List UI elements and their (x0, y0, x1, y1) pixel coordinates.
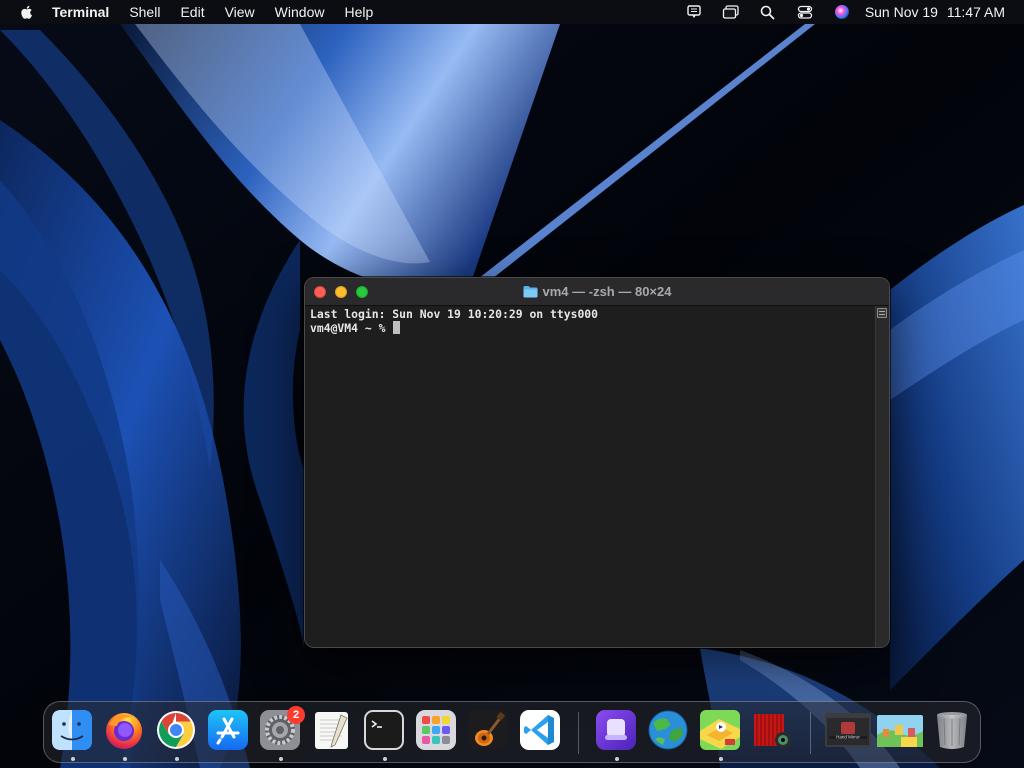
running-indicator (123, 757, 127, 761)
firefox-icon[interactable] (103, 709, 145, 751)
running-indicator (175, 757, 179, 761)
chrome-icon[interactable] (155, 709, 197, 751)
screen-mirroring-icon[interactable] (722, 3, 740, 21)
zoom-button[interactable] (356, 286, 368, 298)
hand-mirror-label: Hand Mirror (836, 735, 860, 740)
window-title-text: vm4 — -zsh — 80×24 (542, 284, 672, 299)
menu-edit[interactable]: Edit (170, 0, 214, 24)
running-indicator (615, 757, 619, 761)
terminal-output[interactable]: Last login: Sun Nov 19 10:20:29 on ttys0… (305, 306, 875, 647)
dock-separator (578, 712, 579, 754)
wifi-icon[interactable] (685, 3, 703, 21)
road-game-icon[interactable] (699, 709, 741, 751)
dock: 2 Hand Mirror (43, 701, 981, 763)
hand-mirror-window-icon[interactable]: Hand Mirror (825, 709, 871, 751)
menu-shell[interactable]: Shell (119, 0, 170, 24)
clock-time: 11:47 AM (946, 4, 1005, 20)
window-controls (314, 286, 377, 298)
photo-booth-icon[interactable] (751, 709, 793, 751)
terminal-icon[interactable] (363, 709, 405, 751)
terminal-window: vm4 — -zsh — 80×24 Last login: Sun Nov 1… (304, 277, 890, 648)
app-store-icon[interactable] (207, 709, 249, 751)
launchpad-icon[interactable] (415, 709, 457, 751)
notification-badge: 2 (287, 706, 305, 724)
game-thumbnail-icon[interactable] (877, 709, 923, 751)
prompt-line[interactable]: vm4@VM4 ~ % (310, 321, 870, 335)
trash-icon[interactable] (931, 709, 973, 751)
split-pane-button[interactable] (877, 308, 887, 318)
window-title-bar[interactable]: vm4 — -zsh — 80×24 (305, 278, 889, 306)
last-login-line: Last login: Sun Nov 19 10:20:29 on ttys0… (310, 307, 599, 321)
close-button[interactable] (314, 286, 326, 298)
system-settings-icon[interactable]: 2 (259, 706, 305, 751)
world-globe-game-icon[interactable] (647, 709, 689, 751)
shell-prompt: vm4@VM4 ~ % (310, 321, 393, 335)
running-indicator (719, 757, 723, 761)
window-title: vm4 — -zsh — 80×24 (523, 284, 672, 299)
clock-date: Sun Nov 19 (864, 4, 938, 20)
finder-icon[interactable] (51, 709, 93, 751)
folder-icon (523, 286, 537, 298)
textedit-icon[interactable] (311, 709, 353, 751)
running-indicator (71, 757, 75, 761)
text-cursor (393, 321, 401, 334)
menu-bar: Terminal Shell Edit View Window Help Sun… (0, 0, 1024, 24)
garageband-icon[interactable] (467, 709, 509, 751)
running-indicator (279, 757, 283, 761)
dock-separator (810, 712, 811, 754)
spotlight-search-icon[interactable] (759, 3, 777, 21)
menu-help[interactable]: Help (334, 0, 383, 24)
menu-bar-clock[interactable]: Sun Nov 19 11:47 AM (865, 4, 1005, 20)
vscode-icon[interactable] (519, 709, 561, 751)
minimize-button[interactable] (335, 286, 347, 298)
app-menu-terminal[interactable]: Terminal (44, 0, 119, 24)
menu-window[interactable]: Window (265, 0, 335, 24)
apple-menu-icon[interactable] (18, 3, 36, 21)
scrollbar[interactable] (875, 306, 889, 647)
menu-view[interactable]: View (215, 0, 265, 24)
podcast-capsule-icon[interactable] (595, 709, 637, 751)
siri-icon[interactable] (833, 3, 851, 21)
control-center-icon[interactable] (796, 3, 814, 21)
running-indicator (383, 757, 387, 761)
